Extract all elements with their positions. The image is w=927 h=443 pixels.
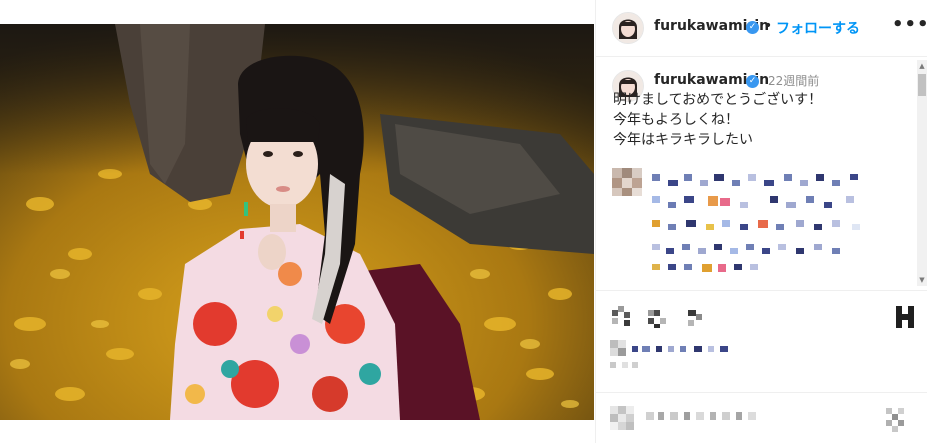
caption-scrollbar[interactable]: ▲ ▼ — [917, 60, 927, 286]
post-time[interactable]: 22週間前 — [768, 72, 819, 89]
bookmark-icon[interactable] — [896, 306, 914, 328]
caption-text: 明けましておめでとうございす！ 今年もよろしくね！ 今年はキラキラしたい — [613, 90, 822, 150]
divider — [596, 392, 927, 393]
comment-icon — [648, 310, 666, 328]
caption: furukawamirin ✓ 22週間前 明けましておめでとうございす！ 今年… — [596, 60, 914, 290]
avatar[interactable] — [612, 12, 644, 44]
verified-badge-icon: ✓ — [746, 21, 759, 34]
obscured-likes — [610, 338, 770, 372]
verified-badge-icon: ✓ — [746, 75, 759, 88]
post-header: furukawamirin ✓ • フォローする ••• — [596, 0, 927, 57]
separator-dot: • — [764, 18, 773, 34]
scroll-thumb[interactable] — [918, 74, 926, 96]
obscured-comment — [610, 168, 910, 278]
like-icon — [612, 306, 630, 326]
more-horizontal-icon[interactable]: ••• — [892, 14, 927, 35]
obscured-comment-input[interactable] — [610, 402, 920, 436]
share-icon — [688, 310, 702, 326]
follow-button[interactable]: フォローする — [776, 18, 860, 38]
caption-line: 明けましておめでとうございす！ — [613, 92, 823, 108]
caption-line: 今年はキラキラしたい — [613, 132, 753, 148]
scroll-down-arrow-icon[interactable]: ▼ — [917, 276, 927, 284]
caption-line: 今年もよろしくね！ — [613, 112, 739, 128]
actions-divider — [596, 290, 927, 291]
scroll-up-arrow-icon[interactable]: ▲ — [917, 62, 927, 70]
action-icons-row — [608, 304, 918, 334]
post-image[interactable] — [0, 24, 594, 420]
post-side-panel: furukawamirin ✓ • フォローする ••• furukawamir… — [595, 0, 927, 443]
